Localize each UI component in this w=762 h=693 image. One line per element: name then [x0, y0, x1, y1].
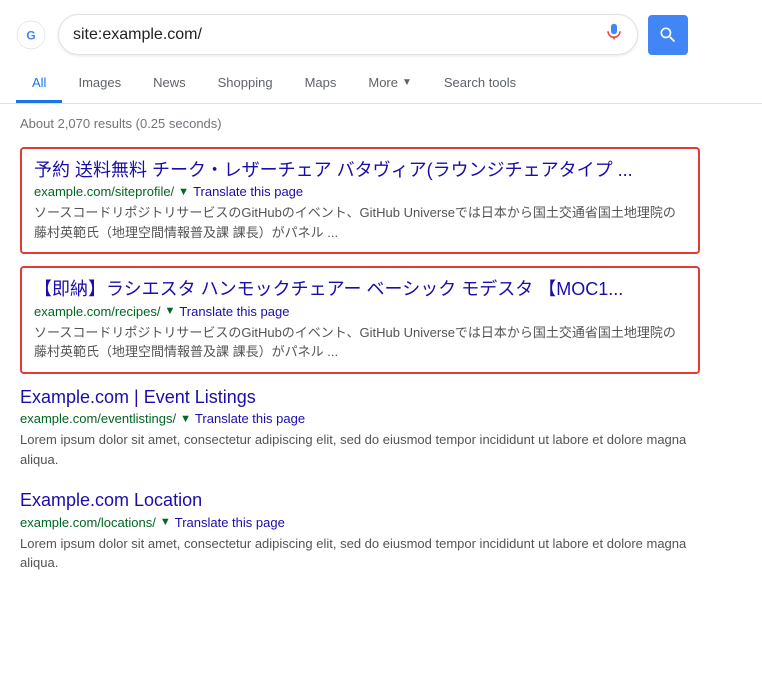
- results-count: About 2,070 results (0.25 seconds): [20, 116, 742, 131]
- result-title-2[interactable]: 【即納】ラシエスタ ハンモックチェアー ベーシック モデスタ 【MOC1...: [34, 278, 686, 301]
- result-url-4: example.com/locations/: [20, 515, 156, 530]
- result-url-row-1: example.com/siteprofile/ ▼ Translate thi…: [34, 184, 686, 199]
- result-snippet-2: ソースコードリポジトリサービスのGitHubのイベント、GitHub Unive…: [34, 323, 686, 362]
- search-button[interactable]: [648, 15, 688, 55]
- result-item-1: 予約 送料無料 チーク・レザーチェア バタヴィア(ラウンジチェアタイプ ... …: [20, 147, 700, 254]
- results-area: About 2,070 results (0.25 seconds) 予約 送料…: [0, 104, 762, 613]
- search-input-wrapper: site:example.com/: [58, 14, 638, 55]
- search-input[interactable]: site:example.com/: [73, 26, 597, 44]
- result-url-1: example.com/siteprofile/: [34, 184, 174, 199]
- result-url-row-3: example.com/eventlistings/ ▼ Translate t…: [20, 411, 700, 426]
- result-title-4[interactable]: Example.com Location: [20, 489, 700, 512]
- translate-link-3[interactable]: Translate this page: [195, 411, 305, 426]
- result-title-3[interactable]: Example.com | Event Listings: [20, 386, 700, 409]
- microphone-icon[interactable]: [605, 23, 623, 46]
- translate-link-1[interactable]: Translate this page: [193, 184, 303, 199]
- tab-shopping[interactable]: Shopping: [202, 65, 289, 103]
- search-icons: [605, 23, 623, 46]
- tab-news[interactable]: News: [137, 65, 202, 103]
- result-snippet-3: Lorem ipsum dolor sit amet, consectetur …: [20, 430, 700, 469]
- search-header: G site:example.com/ All Images: [0, 0, 762, 104]
- tab-maps[interactable]: Maps: [289, 65, 353, 103]
- translate-link-2[interactable]: Translate this page: [179, 304, 289, 319]
- dropdown-arrow-4[interactable]: ▼: [160, 516, 171, 528]
- result-snippet-1: ソースコードリポジトリサービスのGitHubのイベント、GitHub Unive…: [34, 203, 686, 242]
- result-snippet-4: Lorem ipsum dolor sit amet, consectetur …: [20, 534, 700, 573]
- result-item-4: Example.com Location example.com/locatio…: [20, 489, 700, 572]
- result-item-3: Example.com | Event Listings example.com…: [20, 386, 700, 469]
- dropdown-arrow-2[interactable]: ▼: [164, 305, 175, 317]
- svg-text:G: G: [26, 28, 35, 42]
- search-bar-row: G site:example.com/: [16, 14, 746, 55]
- tab-images[interactable]: Images: [62, 65, 137, 103]
- result-title-1[interactable]: 予約 送料無料 チーク・レザーチェア バタヴィア(ラウンジチェアタイプ ...: [34, 159, 686, 182]
- result-url-3: example.com/eventlistings/: [20, 411, 176, 426]
- google-logo: G: [16, 20, 46, 50]
- dropdown-arrow-1[interactable]: ▼: [178, 186, 189, 198]
- translate-link-4[interactable]: Translate this page: [175, 515, 285, 530]
- nav-tabs: All Images News Shopping Maps More ▼ Sea…: [16, 65, 746, 103]
- result-url-row-2: example.com/recipes/ ▼ Translate this pa…: [34, 304, 686, 319]
- result-url-row-4: example.com/locations/ ▼ Translate this …: [20, 515, 700, 530]
- tab-search-tools[interactable]: Search tools: [428, 65, 532, 103]
- dropdown-arrow-3[interactable]: ▼: [180, 413, 191, 425]
- result-url-2: example.com/recipes/: [34, 304, 160, 319]
- tab-more[interactable]: More ▼: [352, 65, 428, 103]
- result-item-2: 【即納】ラシエスタ ハンモックチェアー ベーシック モデスタ 【MOC1... …: [20, 266, 700, 373]
- chevron-down-icon: ▼: [402, 77, 412, 88]
- tab-all[interactable]: All: [16, 65, 62, 103]
